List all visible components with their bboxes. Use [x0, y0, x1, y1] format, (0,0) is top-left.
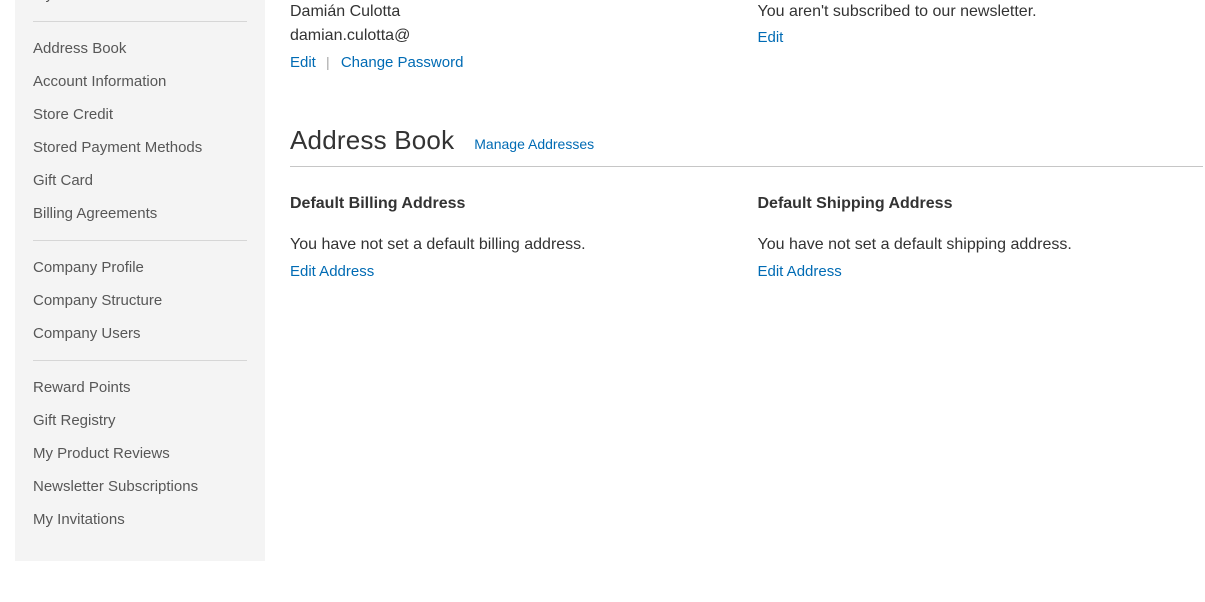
- sidebar-item-my-wish-list[interactable]: My Wish List: [15, 0, 265, 11]
- sidebar-item-label: Gift Card: [33, 172, 94, 189]
- edit-shipping-address-link[interactable]: Edit Address: [758, 263, 842, 280]
- manage-addresses-link[interactable]: Manage Addresses: [474, 136, 594, 152]
- customer-email: damian.culotta@: [290, 27, 411, 44]
- account-sidebar-nav: My Wish List Address Book Account Inform…: [15, 0, 265, 561]
- sidebar-item-stored-payment-methods[interactable]: Stored Payment Methods: [15, 131, 265, 164]
- sidebar-group-company: Company Profile Company Structure Compan…: [15, 251, 265, 350]
- account-dashboard-main: Damián Culotta damian.culotta@ Edit | Ch…: [290, 0, 1203, 283]
- sidebar-item-label: Company Users: [33, 325, 141, 342]
- edit-billing-address-link[interactable]: Edit Address: [290, 263, 374, 280]
- default-addresses-row: Default Billing Address You have not set…: [290, 194, 1203, 283]
- sidebar-item-my-product-reviews[interactable]: My Product Reviews: [15, 437, 265, 470]
- account-info-row: Damián Culotta damian.culotta@ Edit | Ch…: [290, 0, 1203, 74]
- sidebar-item-label: Gift Registry: [33, 412, 116, 429]
- sidebar-item-company-structure[interactable]: Company Structure: [15, 284, 265, 317]
- sidebar-item-label: Newsletter Subscriptions: [33, 478, 199, 495]
- default-shipping-address-actions: Edit Address: [758, 261, 1204, 283]
- sidebar-item-company-profile[interactable]: Company Profile: [15, 251, 265, 284]
- newsletter-block: You aren't subscribed to our newsletter.…: [747, 0, 1204, 74]
- sidebar-item-label: Store Credit: [33, 106, 114, 123]
- address-book-section: Address Book Manage Addresses Default Bi…: [290, 126, 1203, 283]
- sidebar-item-label: Reward Points: [33, 379, 131, 396]
- customer-name: Damián Culotta: [290, 3, 401, 20]
- edit-account-link[interactable]: Edit: [290, 54, 316, 71]
- sidebar-item-newsletter-subscriptions[interactable]: Newsletter Subscriptions: [15, 470, 265, 503]
- edit-newsletter-link[interactable]: Edit: [758, 29, 784, 46]
- contact-information-actions: Edit | Change Password: [290, 51, 747, 74]
- sidebar-divider-3: [33, 360, 247, 361]
- sidebar-divider-2: [33, 240, 247, 241]
- default-billing-address-title: Default Billing Address: [290, 195, 466, 212]
- change-password-link[interactable]: Change Password: [341, 54, 464, 71]
- default-billing-address-actions: Edit Address: [290, 261, 747, 283]
- default-billing-address-block: Default Billing Address You have not set…: [290, 194, 747, 283]
- sidebar-item-company-users[interactable]: Company Users: [15, 317, 265, 350]
- default-shipping-address-block: Default Shipping Address You have not se…: [747, 194, 1204, 283]
- address-book-header: Address Book Manage Addresses: [290, 126, 1203, 167]
- sidebar-item-gift-card[interactable]: Gift Card: [15, 164, 265, 197]
- sidebar-item-label: Stored Payment Methods: [33, 139, 203, 156]
- newsletter-actions: Edit: [758, 27, 1204, 49]
- sidebar-group-wishlist: My Wish List: [15, 0, 265, 11]
- sidebar-item-billing-agreements[interactable]: Billing Agreements: [15, 197, 265, 230]
- contact-information-block: Damián Culotta damian.culotta@ Edit | Ch…: [290, 0, 747, 74]
- newsletter-status-text: You aren't subscribed to our newsletter.: [757, 3, 1037, 20]
- sidebar-item-gift-registry[interactable]: Gift Registry: [15, 404, 265, 437]
- sidebar-group-account: Address Book Account Information Store C…: [15, 32, 265, 230]
- sidebar-item-label: Company Structure: [33, 292, 163, 309]
- sidebar-item-label: My Wish List: [33, 0, 118, 3]
- sidebar-item-my-invitations[interactable]: My Invitations: [15, 503, 265, 536]
- sidebar-item-label: My Product Reviews: [33, 445, 170, 462]
- default-billing-address-text: You have not set a default billing addre…: [290, 236, 586, 253]
- sidebar-item-label: My Invitations: [33, 511, 125, 528]
- sidebar-divider-1: [33, 21, 247, 22]
- default-shipping-address-text: You have not set a default shipping addr…: [757, 236, 1072, 253]
- default-shipping-address-title: Default Shipping Address: [757, 195, 953, 212]
- sidebar-item-label: Address Book: [33, 40, 127, 57]
- sidebar-item-label: Billing Agreements: [33, 205, 158, 222]
- address-book-title: Address Book: [290, 125, 455, 155]
- sidebar-group-extras: Reward Points Gift Registry My Product R…: [15, 371, 265, 536]
- sidebar-item-reward-points[interactable]: Reward Points: [15, 371, 265, 404]
- sidebar-item-address-book[interactable]: Address Book: [15, 32, 265, 65]
- sidebar-item-store-credit[interactable]: Store Credit: [15, 98, 265, 131]
- sidebar-item-label: Account Information: [33, 73, 167, 90]
- sidebar-item-account-information[interactable]: Account Information: [15, 65, 265, 98]
- sidebar-item-label: Company Profile: [33, 259, 144, 276]
- action-separator: |: [326, 54, 330, 70]
